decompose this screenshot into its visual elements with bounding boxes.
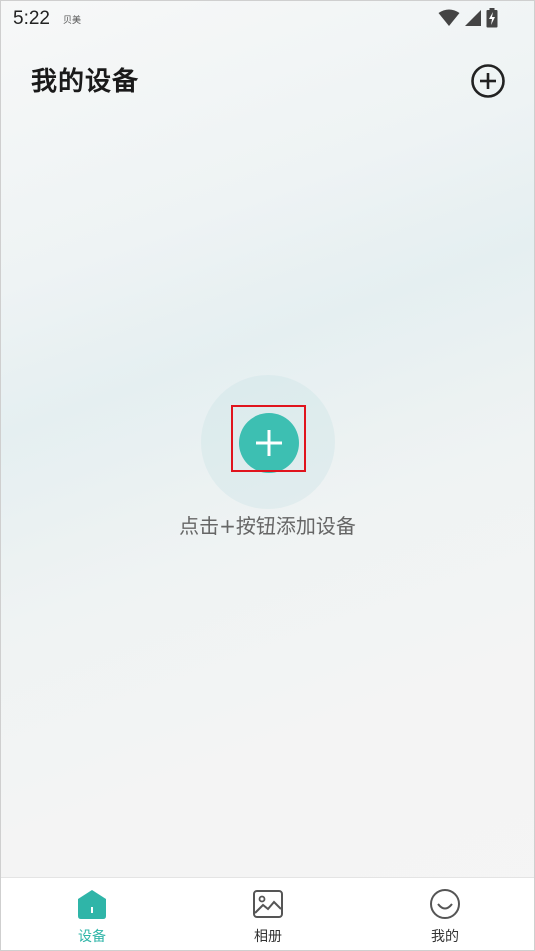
smile-icon xyxy=(430,889,460,919)
nav-label-devices: 设备 xyxy=(78,929,106,945)
add-device-icon[interactable] xyxy=(470,63,506,99)
status-bar: 5:22 贝美 xyxy=(1,1,534,37)
nav-label-profile: 我的 xyxy=(431,929,459,945)
highlight-box xyxy=(231,405,306,472)
wifi-icon xyxy=(438,9,460,26)
status-icons xyxy=(438,7,498,29)
nav-label-album: 相册 xyxy=(254,929,282,945)
empty-hint: 点击+按钮添加设备 xyxy=(179,514,356,538)
home-icon xyxy=(78,890,106,919)
app-screen: 5:22 贝美 我的设备 点击+按钮添加设备 设备 相册 我的 xyxy=(0,0,535,951)
image-icon xyxy=(253,890,283,918)
nav-item-profile[interactable]: 我的 xyxy=(395,878,495,950)
status-carrier: 贝美 xyxy=(63,16,82,26)
battery-charging-icon xyxy=(486,8,498,28)
signal-icon xyxy=(465,10,481,26)
bottom-nav: 设备 相册 我的 xyxy=(1,877,534,950)
nav-item-album[interactable]: 相册 xyxy=(218,878,318,950)
nav-item-devices[interactable]: 设备 xyxy=(42,878,142,950)
status-time: 5:22 xyxy=(13,8,50,29)
page-title: 我的设备 xyxy=(31,67,140,97)
